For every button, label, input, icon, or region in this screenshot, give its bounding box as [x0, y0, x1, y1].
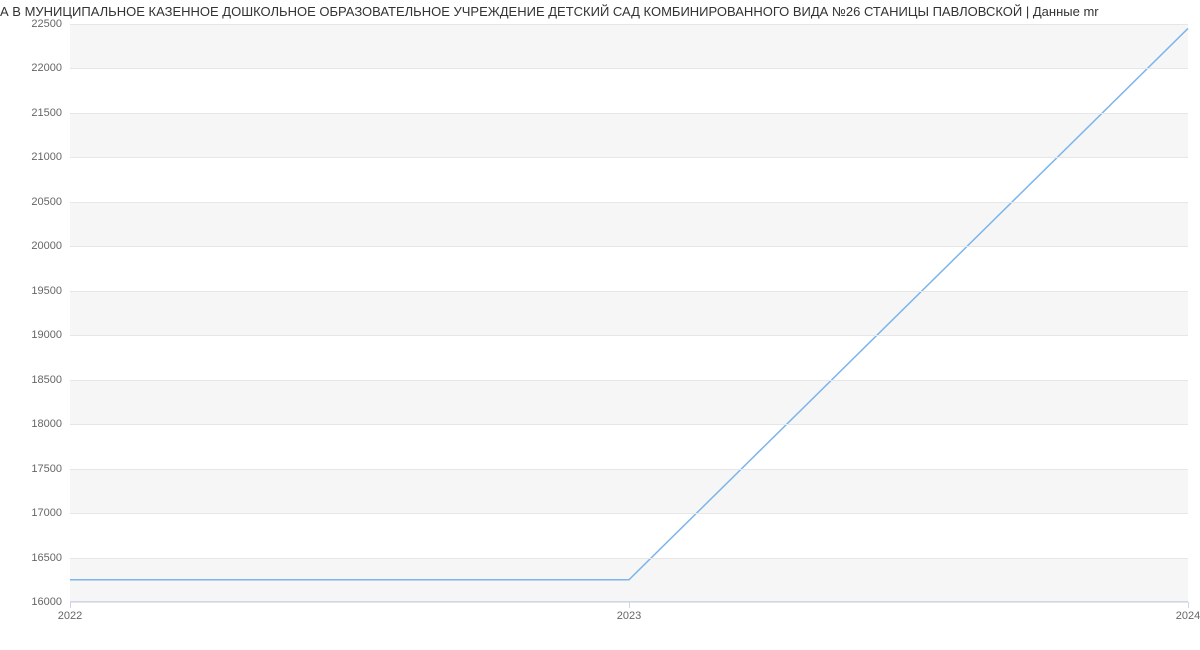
line-svg	[70, 24, 1188, 602]
grid-line	[70, 335, 1188, 336]
chart-title: А В МУНИЦИПАЛЬНОЕ КАЗЕННОЕ ДОШКОЛЬНОЕ ОБ…	[0, 0, 1200, 21]
grid-line	[70, 68, 1188, 69]
y-tick-label: 17000	[31, 507, 62, 519]
y-tick-label: 17500	[31, 463, 62, 475]
grid-line	[70, 380, 1188, 381]
x-tick-label: 2023	[617, 610, 641, 622]
grid-line	[70, 469, 1188, 470]
y-tick-label: 22000	[31, 62, 62, 74]
x-tick-label: 2024	[1176, 610, 1200, 622]
grid-line	[70, 157, 1188, 158]
y-tick-label: 21000	[31, 151, 62, 163]
y-tick-label: 20500	[31, 196, 62, 208]
grid-line	[70, 113, 1188, 114]
x-tick-mark	[629, 602, 630, 608]
grid-line	[70, 202, 1188, 203]
x-tick-mark	[1188, 602, 1189, 608]
y-tick-label: 16000	[31, 596, 62, 608]
series-line	[70, 28, 1188, 579]
y-tick-label: 18500	[31, 374, 62, 386]
grid-line	[70, 24, 1188, 25]
x-tick-label: 2022	[58, 610, 82, 622]
plot-area: 1600016500170001750018000185001900019500…	[70, 24, 1188, 602]
grid-line	[70, 558, 1188, 559]
grid-line	[70, 513, 1188, 514]
x-tick-mark	[70, 602, 71, 608]
y-tick-label: 16500	[31, 552, 62, 564]
grid-line	[70, 246, 1188, 247]
y-tick-label: 19000	[31, 329, 62, 341]
grid-line	[70, 424, 1188, 425]
y-tick-label: 20000	[31, 240, 62, 252]
y-tick-label: 22500	[31, 18, 62, 30]
y-tick-label: 18000	[31, 418, 62, 430]
y-tick-label: 19500	[31, 285, 62, 297]
chart-container: А В МУНИЦИПАЛЬНОЕ КАЗЕННОЕ ДОШКОЛЬНОЕ ОБ…	[0, 0, 1200, 650]
grid-line	[70, 291, 1188, 292]
y-tick-label: 21500	[31, 107, 62, 119]
